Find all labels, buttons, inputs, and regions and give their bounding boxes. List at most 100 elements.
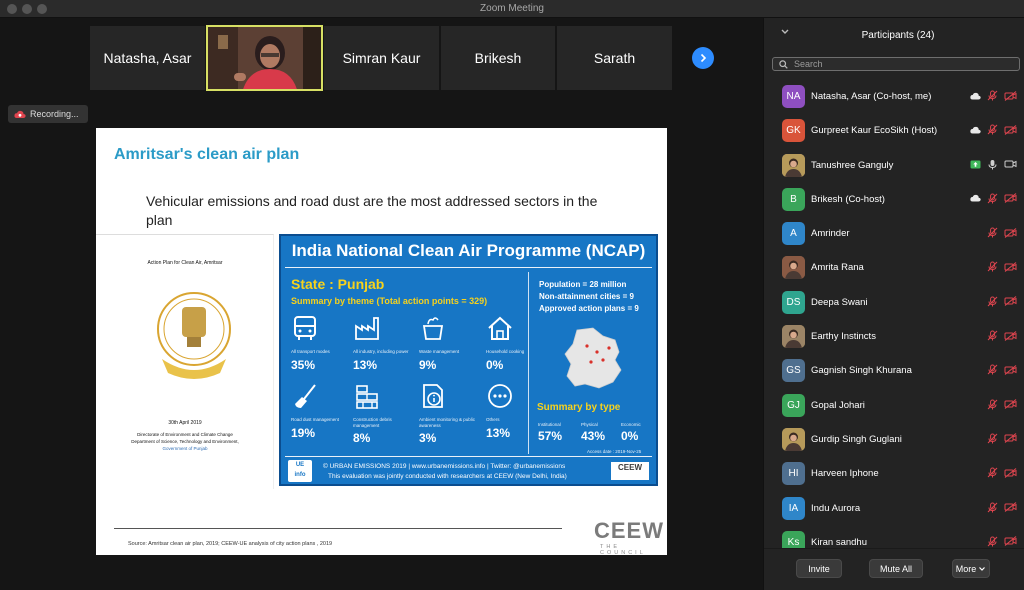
participant-name: Amrinder bbox=[811, 228, 850, 240]
mic-on-icon[interactable] bbox=[987, 159, 998, 170]
avatar: GS bbox=[782, 359, 805, 383]
mic-muted-icon[interactable] bbox=[987, 227, 998, 238]
factory-icon bbox=[355, 317, 379, 340]
tile-name: Natasha, Asar bbox=[103, 50, 192, 66]
theme-label: Road dust management bbox=[291, 417, 340, 422]
participant-list: NA Natasha, Asar (Co-host, me) GK Gurpreet … bbox=[764, 79, 1024, 559]
mic-muted-icon[interactable] bbox=[987, 261, 998, 272]
participant-status-icons bbox=[987, 364, 1017, 375]
cloud-record-icon bbox=[970, 92, 981, 99]
participant-row[interactable]: Tanushree Ganguly bbox=[764, 148, 1024, 182]
participant-status-icons bbox=[970, 159, 1017, 170]
participant-tile-brikesh[interactable]: Brikesh bbox=[441, 26, 555, 90]
participant-search[interactable] bbox=[772, 57, 1020, 71]
avatar bbox=[782, 153, 805, 177]
more-button[interactable]: More bbox=[952, 559, 990, 578]
participant-row[interactable]: GK Gurpreet Kaur EcoSikh (Host) bbox=[764, 113, 1024, 147]
participant-row[interactable]: GJ Gopal Johari bbox=[764, 388, 1024, 422]
participant-status-icons bbox=[987, 433, 1017, 444]
video-off-icon[interactable] bbox=[1004, 296, 1017, 307]
ncap-access-date: Access date : 2019-Nov-25 bbox=[587, 449, 642, 454]
tile-name: Brikesh bbox=[474, 50, 522, 66]
speaker-video-frame bbox=[208, 27, 321, 89]
ncap-approved: Approved action plans = 9 bbox=[539, 304, 639, 313]
participant-row[interactable]: Earthy Instincts bbox=[764, 319, 1024, 353]
participant-row[interactable]: A Amrinder bbox=[764, 216, 1024, 250]
active-speaker-video[interactable] bbox=[206, 25, 323, 91]
video-off-icon[interactable] bbox=[1004, 90, 1017, 101]
participant-status-icons bbox=[970, 193, 1017, 204]
mic-muted-icon[interactable] bbox=[987, 90, 998, 101]
house-icon bbox=[488, 316, 512, 340]
ncap-title: India National Clean Air Programme (NCAP… bbox=[291, 241, 646, 260]
participant-row[interactable]: IA Indu Aurora bbox=[764, 491, 1024, 525]
video-off-icon[interactable] bbox=[1004, 262, 1017, 272]
search-input[interactable] bbox=[794, 59, 994, 69]
mic-muted-icon[interactable] bbox=[987, 536, 998, 547]
mic-muted-icon[interactable] bbox=[987, 193, 998, 204]
ceew-logo: CEEW THE COUNCIL bbox=[594, 518, 667, 555]
video-off-icon[interactable] bbox=[1004, 124, 1017, 135]
mic-muted-icon[interactable] bbox=[987, 399, 998, 410]
avatar: B bbox=[782, 187, 805, 211]
ceew-logo-text: CEEW bbox=[594, 518, 664, 543]
avatar: DS bbox=[782, 290, 805, 314]
invite-button[interactable]: Invite bbox=[796, 559, 842, 578]
theme-pct: 9% bbox=[419, 357, 437, 372]
next-page-button[interactable] bbox=[692, 47, 714, 69]
theme-label: Construction debris management bbox=[353, 417, 392, 428]
participant-row[interactable]: HI Harveen Iphone bbox=[764, 456, 1024, 490]
participant-row[interactable]: DS Deepa Swani bbox=[764, 285, 1024, 319]
mute-all-button[interactable]: Mute All bbox=[869, 559, 923, 578]
participant-row[interactable]: NA Natasha, Asar (Co-host, me) bbox=[764, 79, 1024, 113]
video-off-icon[interactable] bbox=[1004, 399, 1017, 410]
video-off-icon[interactable] bbox=[1004, 330, 1017, 341]
theme-label: Waste management bbox=[419, 349, 460, 354]
video-off-icon[interactable] bbox=[1004, 193, 1017, 204]
video-off-icon[interactable] bbox=[1004, 536, 1017, 547]
video-off-icon[interactable] bbox=[1004, 467, 1017, 478]
type-pct: 0% bbox=[621, 429, 639, 443]
video-off-icon[interactable] bbox=[1004, 227, 1017, 238]
participant-status-icons bbox=[987, 399, 1017, 410]
participant-status-icons bbox=[987, 330, 1017, 341]
mic-muted-icon[interactable] bbox=[987, 296, 998, 307]
ceew-logo-subtitle: THE COUNCIL bbox=[600, 544, 646, 555]
participant-tile-natasha[interactable]: Natasha, Asar bbox=[90, 26, 205, 90]
mic-muted-icon[interactable] bbox=[987, 433, 998, 444]
avatar-initials: Ks bbox=[787, 536, 800, 548]
participant-row[interactable]: GS Gagnish Singh Khurana bbox=[764, 353, 1024, 387]
participant-name: Kiran sandhu bbox=[811, 536, 867, 548]
action-plan-date: 30th April 2019 bbox=[168, 420, 202, 426]
mic-muted-icon[interactable] bbox=[987, 364, 998, 375]
avatar: NA bbox=[782, 85, 805, 108]
main-video-area: Natasha, Asar Simran Kaur Brikesh Sarath bbox=[0, 18, 763, 590]
mic-muted-icon[interactable] bbox=[987, 502, 998, 513]
participant-tile-simran[interactable]: Simran Kaur bbox=[324, 26, 439, 90]
video-on-icon[interactable] bbox=[1004, 159, 1017, 169]
participant-tile-sarath[interactable]: Sarath bbox=[557, 26, 672, 90]
mic-muted-icon[interactable] bbox=[987, 330, 998, 341]
participant-row[interactable]: Gurdip Singh Guglani bbox=[764, 422, 1024, 456]
action-plan-gov: Government of Punjab bbox=[162, 446, 208, 451]
mic-muted-icon[interactable] bbox=[987, 124, 998, 135]
avatar-initials: GJ bbox=[787, 399, 800, 411]
avatar: IA bbox=[782, 496, 805, 520]
video-off-icon[interactable] bbox=[1004, 364, 1017, 375]
theme-label: All transport modes bbox=[291, 349, 330, 354]
theme-waste: Waste management 9% bbox=[419, 314, 479, 372]
participant-row[interactable]: B Brikesh (Co-host) bbox=[764, 182, 1024, 216]
video-off-icon[interactable] bbox=[1004, 502, 1017, 512]
video-off-icon[interactable] bbox=[1004, 433, 1017, 444]
participant-status-icons bbox=[987, 502, 1017, 513]
ncap-footer-note: This evaluation was jointly conducted wi… bbox=[328, 473, 567, 480]
ncap-population: Population = 28 million bbox=[539, 280, 627, 289]
chevron-right-icon bbox=[700, 53, 707, 63]
type-institutional: Institutional 57% bbox=[538, 422, 562, 443]
search-icon bbox=[779, 59, 788, 69]
slide-title: Amritsar's clean air plan bbox=[114, 146, 300, 163]
recording-indicator[interactable]: Recording... bbox=[8, 105, 88, 123]
type-label: Institutional bbox=[538, 422, 561, 427]
mic-muted-icon[interactable] bbox=[987, 467, 998, 478]
participant-row[interactable]: Amrita Rana bbox=[764, 250, 1024, 284]
